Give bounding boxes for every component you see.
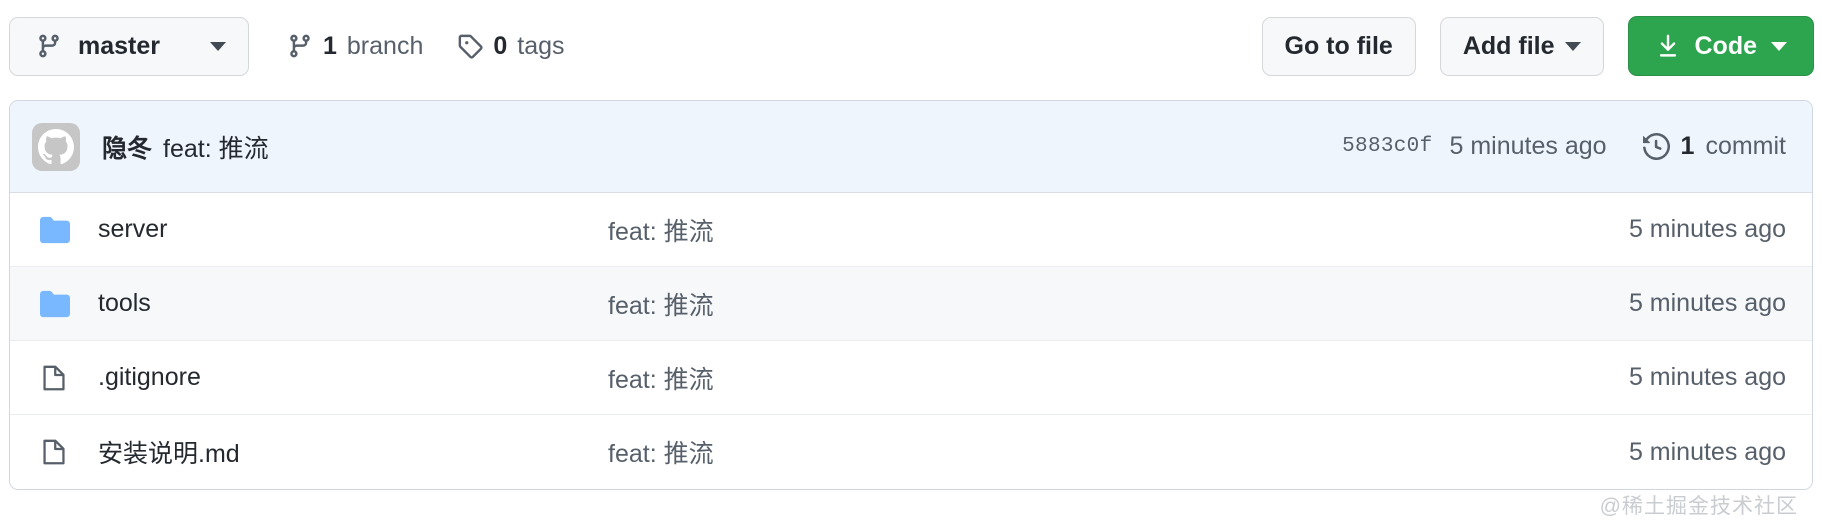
- commit-count-number: 1: [1680, 132, 1695, 160]
- row-timestamp: 5 minutes ago: [1628, 289, 1786, 317]
- row-commit-message[interactable]: feat: 推流: [608, 360, 1629, 396]
- file-browser-card: 隐冬 feat: 推流 5883c0f 5 minutes ago 1 comm…: [9, 100, 1813, 490]
- row-name-link[interactable]: tools: [98, 289, 608, 318]
- table-row[interactable]: server feat: 推流 5 minutes ago: [10, 193, 1812, 267]
- toolbar-left-group: master 1 branch 0 tags: [9, 16, 565, 76]
- branch-count-link[interactable]: 1 branch: [287, 32, 423, 61]
- table-row[interactable]: .gitignore feat: 推流 5 minutes ago: [10, 341, 1812, 415]
- row-name-link[interactable]: .gitignore: [98, 363, 608, 392]
- download-icon: [1655, 33, 1681, 59]
- commit-timestamp: 5 minutes ago: [1449, 132, 1607, 160]
- toolbar-right-group: Go to file Add file Code: [1261, 16, 1814, 76]
- code-button[interactable]: Code: [1627, 16, 1814, 76]
- commit-message[interactable]: feat: 推流: [163, 129, 269, 165]
- row-commit-message[interactable]: feat: 推流: [608, 286, 1629, 322]
- git-branch-icon: [36, 33, 62, 59]
- file-icon: [40, 438, 76, 466]
- row-timestamp: 5 minutes ago: [1628, 215, 1786, 243]
- table-row[interactable]: tools feat: 推流 5 minutes ago: [10, 267, 1812, 341]
- commit-count-link[interactable]: 1 commit: [1642, 132, 1786, 161]
- go-to-file-label: Go to file: [1284, 31, 1393, 60]
- repo-toolbar: master 1 branch 0 tags Go to file Add fi…: [0, 0, 1822, 92]
- row-name-link[interactable]: 安装说明.md: [98, 434, 608, 470]
- chevron-down-icon: [1564, 41, 1581, 51]
- row-name-link[interactable]: server: [98, 215, 608, 244]
- tag-icon: [457, 33, 483, 59]
- tag-count-label: tags: [517, 31, 565, 60]
- row-timestamp: 5 minutes ago: [1628, 363, 1786, 391]
- row-timestamp: 5 minutes ago: [1628, 437, 1786, 466]
- commit-meta-group: 5883c0f 5 minutes ago 1 commit: [1342, 132, 1786, 161]
- chevron-down-icon: [1771, 41, 1787, 51]
- folder-icon: [40, 289, 76, 319]
- git-branch-icon: [287, 33, 313, 59]
- branch-count-label: branch: [346, 31, 424, 60]
- branch-name-label: master: [78, 31, 160, 60]
- commit-author-name[interactable]: 隐冬: [102, 129, 152, 165]
- table-row[interactable]: 安装说明.md feat: 推流 5 minutes ago: [10, 415, 1812, 489]
- add-file-label: Add file: [1462, 31, 1555, 60]
- add-file-button[interactable]: Add file: [1439, 16, 1604, 76]
- watermark: @稀土掘金技术社区: [1599, 495, 1798, 518]
- file-icon: [40, 364, 76, 392]
- row-commit-message[interactable]: feat: 推流: [608, 212, 1629, 248]
- github-octocat-avatar[interactable]: [32, 122, 80, 171]
- branch-count-number: 1: [323, 31, 337, 60]
- folder-icon: [40, 215, 76, 245]
- row-commit-message[interactable]: feat: 推流: [608, 434, 1629, 470]
- commit-count-label: commit: [1705, 132, 1786, 160]
- tag-count-number: 0: [493, 31, 508, 60]
- history-clock-icon: [1642, 133, 1670, 160]
- go-to-file-button[interactable]: Go to file: [1261, 16, 1416, 76]
- latest-commit-bar: 隐冬 feat: 推流 5883c0f 5 minutes ago 1 comm…: [10, 101, 1812, 193]
- tag-count-link[interactable]: 0 tags: [457, 31, 565, 61]
- code-button-label: Code: [1694, 31, 1758, 60]
- commit-sha[interactable]: 5883c0f: [1342, 135, 1432, 158]
- chevron-down-icon: [210, 41, 226, 51]
- branch-selector-button[interactable]: master: [9, 16, 249, 76]
